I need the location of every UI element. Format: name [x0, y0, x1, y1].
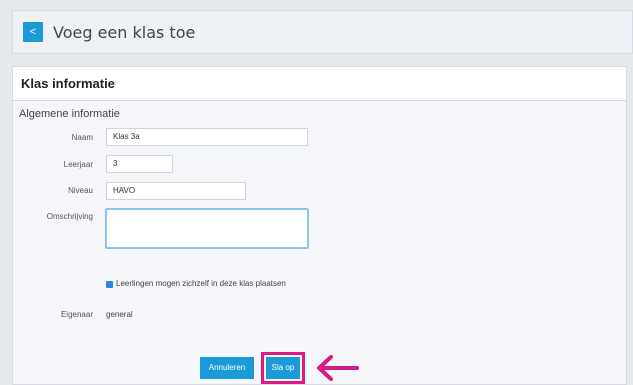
niveau-label: Niveau — [68, 186, 93, 195]
back-button[interactable]: < — [23, 22, 43, 42]
save-highlight — [261, 352, 305, 384]
arrow-left-icon — [317, 355, 359, 381]
page-header: < Voeg een klas toe — [12, 10, 633, 54]
naam-input[interactable]: Klas 3a — [106, 128, 308, 146]
cancel-button[interactable]: Annuleren — [200, 357, 254, 379]
self-enroll-label: Leerlingen mogen zichzelf in deze klas p… — [116, 279, 286, 288]
leerjaar-input[interactable]: 3 — [106, 155, 173, 173]
section-title: Algemene informatie — [19, 108, 120, 120]
niveau-input[interactable]: HAVO — [106, 182, 246, 200]
eigenaar-label: Eigenaar — [60, 310, 93, 319]
omschrijving-label: Omschrijving — [46, 212, 93, 221]
naam-label: Naam — [71, 133, 93, 142]
panel-title: Klas informatie — [21, 76, 115, 91]
eigenaar-value: general — [106, 310, 133, 319]
class-info-panel: Klas informatie Algemene informatie Naam… — [12, 66, 627, 385]
page-title: Voeg een klas toe — [53, 22, 196, 42]
panel-header: Klas informatie — [13, 67, 626, 101]
self-enroll-checkbox[interactable] — [106, 281, 113, 288]
leerjaar-label: Leerjaar — [63, 160, 93, 169]
omschrijving-textarea[interactable] — [105, 208, 309, 249]
